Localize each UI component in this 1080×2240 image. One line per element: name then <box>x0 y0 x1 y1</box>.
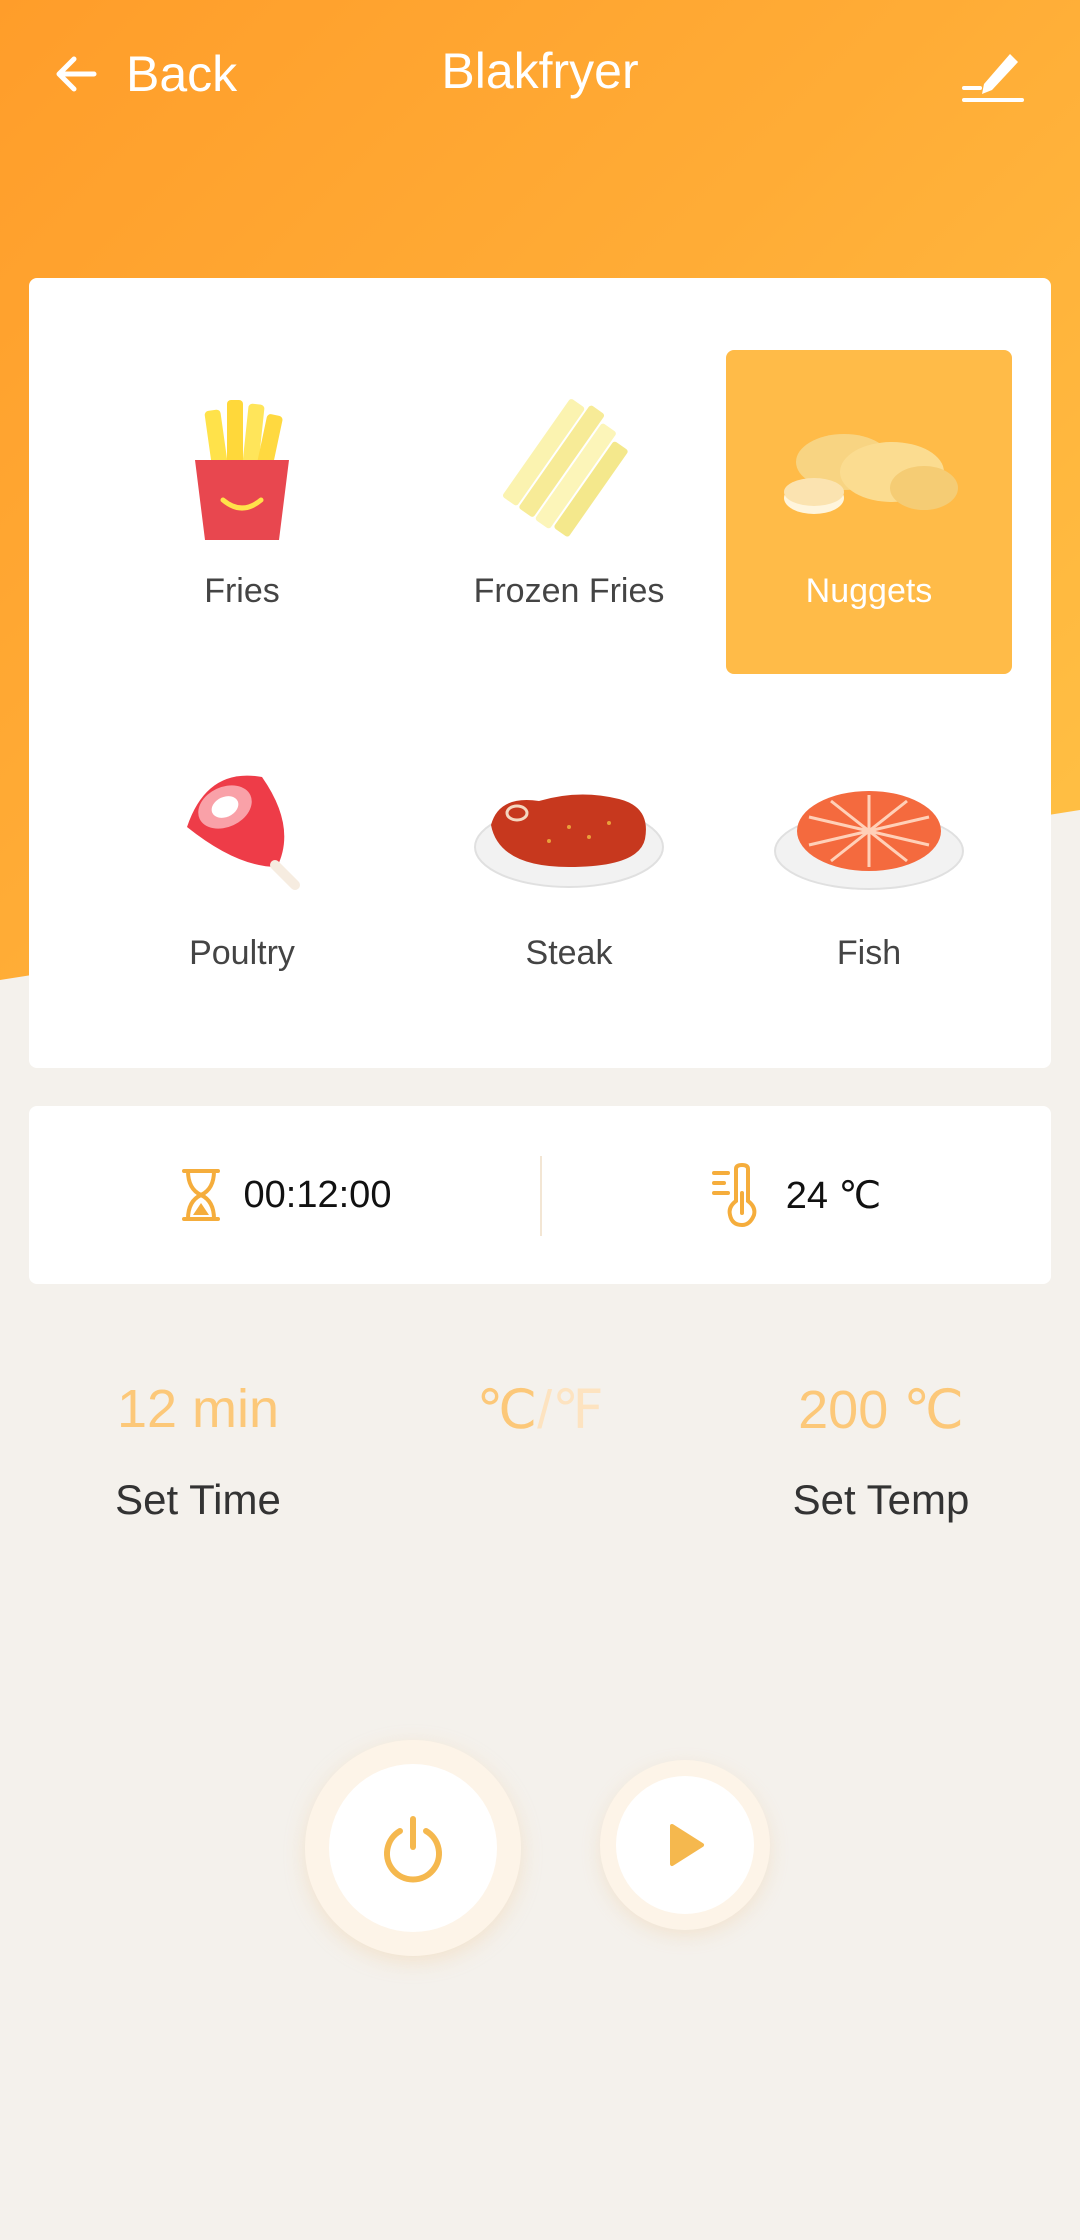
frozen-fries-icon <box>426 390 712 550</box>
timer-status: 00:12:00 <box>29 1106 540 1284</box>
unit-separator: / <box>537 1380 553 1440</box>
status-card: 00:12:00 24 ℃ <box>29 1106 1051 1284</box>
food-item-label: Poultry <box>189 934 295 972</box>
power-button[interactable] <box>305 1740 521 1956</box>
nuggets-icon <box>726 390 1012 550</box>
temperature-value: 24 ℃ <box>785 1174 882 1217</box>
temperature-unit-toggle[interactable]: ℃/℉ <box>390 1378 690 1441</box>
set-temp-control[interactable]: 200 ℃ Set Temp <box>731 1378 1031 1524</box>
unit-fahrenheit: ℉ <box>552 1380 604 1440</box>
food-item-nuggets[interactable]: Nuggets <box>726 350 1012 674</box>
food-mode-card: Fries Frozen Fries Nuggets Poultry Steak… <box>29 278 1051 1068</box>
food-item-label: Fries <box>204 572 280 610</box>
timer-value: 00:12:00 <box>243 1173 392 1216</box>
play-icon <box>670 1824 704 1866</box>
fries-icon <box>99 390 385 550</box>
food-item-label: Steak <box>525 934 613 972</box>
food-item-label: Nuggets <box>805 572 933 610</box>
steak-icon <box>426 752 712 912</box>
edit-button[interactable] <box>958 40 1028 110</box>
food-item-poultry[interactable]: Poultry <box>99 712 385 1036</box>
unit-celsius: ℃ <box>476 1380 538 1440</box>
power-icon <box>384 1816 442 1883</box>
food-item-steak[interactable]: Steak <box>426 712 712 1036</box>
food-item-label: Frozen Fries <box>473 572 665 610</box>
temperature-status: 24 ℃ <box>540 1106 1051 1284</box>
time-value: 12 min <box>116 1379 280 1439</box>
poultry-icon <box>99 752 385 912</box>
edit-pencil-icon <box>962 54 1024 102</box>
food-item-label: Fish <box>836 934 902 972</box>
start-button-face <box>616 1776 754 1914</box>
start-button[interactable] <box>600 1760 770 1930</box>
app-header: Back Blakfryer <box>0 0 1080 150</box>
hourglass-icon <box>181 1169 220 1221</box>
food-item-fish[interactable]: Fish <box>726 712 1012 1036</box>
set-temp-label: Set Temp <box>792 1476 970 1523</box>
page-title: Blakfryer <box>441 43 639 99</box>
thermometer-icon <box>711 1163 757 1227</box>
temp-value: 200 ℃ <box>798 1380 964 1440</box>
fish-icon <box>726 752 1012 912</box>
food-item-fries[interactable]: Fries <box>99 350 385 674</box>
set-time-label: Set Time <box>115 1476 281 1523</box>
power-button-face <box>329 1764 497 1932</box>
set-time-control[interactable]: 12 min Set Time <box>48 1378 348 1524</box>
food-item-frozen-fries[interactable]: Frozen Fries <box>426 350 712 674</box>
